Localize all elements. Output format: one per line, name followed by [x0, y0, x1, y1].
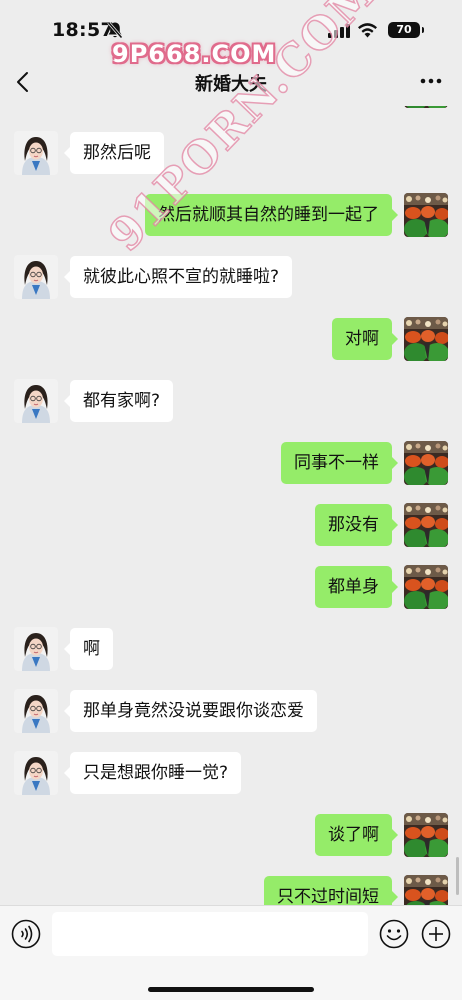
- incoming-message-bubble[interactable]: 那单身竟然没说要跟你谈恋爱: [64, 690, 317, 732]
- home-indicator[interactable]: [148, 987, 314, 992]
- bell-muted-icon: [107, 21, 123, 39]
- message-input[interactable]: [52, 912, 368, 956]
- my-avatar[interactable]: [404, 193, 448, 237]
- wifi-icon: [358, 23, 377, 38]
- more-dots-icon[interactable]: [420, 78, 442, 84]
- outgoing-message-bubble[interactable]: 那没有: [315, 504, 398, 546]
- voice-icon[interactable]: [11, 919, 41, 949]
- contact-avatar[interactable]: [14, 627, 58, 671]
- my-avatar[interactable]: [404, 441, 448, 485]
- my-avatar[interactable]: [404, 503, 448, 547]
- chat-screen: 那然后呢然后就顺其自然的睡到一起了就彼此心照不宣的就睡啦? 对啊都有家啊? 同事不一…: [0, 0, 462, 1000]
- contact-avatar[interactable]: [14, 751, 58, 795]
- message-list[interactable]: 那然后呢然后就顺其自然的睡到一起了就彼此心照不宣的就睡啦? 对啊都有家啊? 同事不一…: [0, 0, 462, 905]
- signal-icon: [328, 24, 350, 38]
- status-time: 18:57: [52, 19, 114, 41]
- incoming-message-bubble[interactable]: 啊: [64, 628, 113, 670]
- battery-icon: 70: [388, 22, 424, 38]
- watermark-logo: 9P668.COM: [112, 40, 277, 68]
- my-avatar[interactable]: [404, 813, 448, 857]
- scrollbar[interactable]: [456, 857, 459, 895]
- contact-avatar[interactable]: [14, 255, 58, 299]
- my-avatar[interactable]: [404, 317, 448, 361]
- my-avatar[interactable]: [404, 565, 448, 609]
- outgoing-message-bubble[interactable]: 对啊: [332, 318, 398, 360]
- plus-icon[interactable]: [421, 919, 451, 949]
- input-bar: [0, 905, 462, 1000]
- emoji-icon[interactable]: [379, 919, 409, 949]
- outgoing-message-bubble[interactable]: 同事不一样: [281, 442, 398, 484]
- outgoing-message-bubble[interactable]: 然后就顺其自然的睡到一起了: [145, 194, 398, 236]
- contact-avatar[interactable]: [14, 379, 58, 423]
- incoming-message-bubble[interactable]: 只是想跟你睡一觉?: [63, 752, 242, 794]
- outgoing-message-bubble[interactable]: 谈了啊: [315, 814, 398, 856]
- outgoing-message-bubble[interactable]: 都单身: [315, 566, 398, 608]
- contact-avatar[interactable]: [14, 131, 58, 175]
- contact-avatar[interactable]: [14, 689, 58, 733]
- incoming-message-bubble[interactable]: 那然后呢: [64, 132, 164, 174]
- page-title: 新婚大夫: [195, 74, 267, 95]
- incoming-message-bubble[interactable]: 就彼此心照不宣的就睡啦?: [63, 256, 293, 298]
- incoming-message-bubble[interactable]: 都有家啊?: [63, 380, 174, 422]
